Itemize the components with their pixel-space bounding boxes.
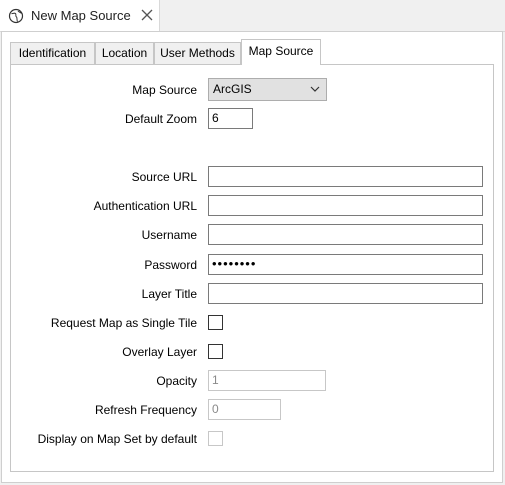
source-url-input[interactable]: [208, 166, 483, 187]
chevron-down-icon: [310, 86, 320, 92]
username-label: Username: [141, 228, 197, 242]
tab-identification-label: Identification: [18, 46, 87, 60]
layer-title-input[interactable]: [208, 283, 483, 304]
refresh-frequency-label: Refresh Frequency: [94, 403, 197, 417]
default-zoom-label: Default Zoom: [124, 112, 197, 126]
document-tab-title: New Map Source: [31, 8, 131, 23]
document-tab[interactable]: New Map Source: [0, 0, 160, 31]
globe-icon: [8, 8, 24, 24]
single-tile-label: Request Map as Single Tile: [50, 316, 197, 330]
tab-user-methods[interactable]: User Methods: [154, 42, 241, 64]
auth-url-input[interactable]: [208, 195, 483, 216]
title-bar: New Map Source: [0, 0, 505, 32]
refresh-frequency-input[interactable]: 0: [208, 399, 281, 420]
tab-map-source-label: Map Source: [248, 44, 314, 58]
auth-url-label: Authentication URL: [93, 199, 197, 213]
map-source-label: Map Source: [132, 83, 197, 97]
tab-location[interactable]: Location: [95, 42, 154, 64]
tab-identification[interactable]: Identification: [10, 42, 95, 64]
opacity-label: Opacity: [156, 374, 197, 388]
close-icon[interactable]: [140, 8, 154, 22]
source-url-label: Source URL: [131, 170, 197, 184]
map-source-value: ArcGIS: [213, 82, 252, 96]
tab-location-label: Location: [101, 46, 148, 60]
tab-user-methods-label: User Methods: [160, 46, 235, 60]
layer-title-label: Layer Title: [141, 287, 197, 301]
username-input[interactable]: [208, 224, 483, 245]
opacity-input[interactable]: 1: [208, 370, 326, 391]
single-tile-checkbox[interactable]: [208, 315, 223, 330]
password-input[interactable]: ••••••••: [208, 254, 483, 275]
overlay-layer-label: Overlay Layer: [122, 345, 197, 359]
map-source-dropdown[interactable]: ArcGIS: [208, 78, 327, 101]
overlay-layer-checkbox[interactable]: [208, 344, 223, 359]
password-label: Password: [144, 258, 197, 272]
default-zoom-input[interactable]: 6: [208, 108, 253, 129]
display-default-label: Display on Map Set by default: [37, 432, 197, 446]
display-default-checkbox[interactable]: [208, 431, 223, 446]
tab-map-source[interactable]: Map Source: [241, 39, 321, 65]
